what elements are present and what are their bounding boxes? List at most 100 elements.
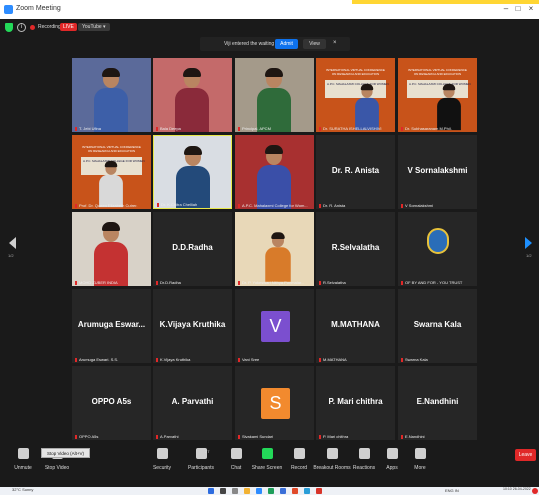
muted-mic-icon xyxy=(401,358,403,362)
stop-video-tooltip: Stop Video (Alt+V) xyxy=(41,448,90,458)
participant-tile[interactable]: INTERNATIONAL VIRTUAL CONFERENCE ON RESE… xyxy=(72,135,151,209)
live-badge[interactable]: LIVE xyxy=(60,23,77,31)
participant-name-label: Dr. K.Chitra Chelliah xyxy=(157,202,229,207)
recording-label: Recording xyxy=(38,24,61,30)
participant-tile[interactable]: INTERNATIONAL VIRTUAL CONFERENCE ON RESE… xyxy=(316,58,395,132)
participant-tile[interactable]: S Sivakami Sundari xyxy=(235,366,314,440)
muted-mic-icon xyxy=(401,435,403,439)
close-window-button[interactable]: × xyxy=(525,4,537,13)
previous-page-icon[interactable] xyxy=(9,237,16,249)
participant-tile[interactable]: Principal, APCM xyxy=(235,58,314,132)
participant-label-text: Swarna Kala xyxy=(405,357,428,362)
participant-tile[interactable]: A.P.C. Mahalaxmi College for Wom... xyxy=(235,135,314,209)
muted-mic-icon xyxy=(75,127,77,131)
participant-video xyxy=(94,68,128,132)
participant-tile[interactable]: Swarna Kala Swarna Kala xyxy=(398,289,477,363)
participant-tile[interactable]: Bala Deepa xyxy=(153,58,232,132)
store-icon[interactable] xyxy=(280,488,286,494)
muted-mic-icon xyxy=(238,281,240,285)
muted-mic-icon xyxy=(319,358,321,362)
more-button[interactable]: More xyxy=(397,448,443,482)
minimize-button[interactable]: – xyxy=(500,4,512,13)
weather-widget[interactable]: 32°C Sunny xyxy=(12,487,33,492)
muted-mic-icon xyxy=(156,281,158,285)
participant-name-label: R.Selvalatha xyxy=(319,280,393,285)
zoom-taskbar-icon[interactable] xyxy=(256,488,262,494)
edge-icon[interactable] xyxy=(268,488,274,494)
close-notification-button[interactable]: × xyxy=(333,40,337,46)
participant-video xyxy=(265,232,291,282)
participant-label-text: A.P.C. Mahalaxmi College for Wom... xyxy=(242,203,308,208)
participant-tile[interactable]: T. Jebi Ufina xyxy=(72,58,151,132)
muted-mic-icon xyxy=(238,435,240,439)
participant-tile[interactable]: E.Nandhini E.Nandhini xyxy=(398,366,477,440)
admit-button[interactable]: Admit xyxy=(275,39,298,49)
meeting-topbar: i Recording LIVE YouTube ▾ xyxy=(0,19,539,37)
mail-icon[interactable] xyxy=(304,488,310,494)
participant-display-name: A. Parvathi xyxy=(171,397,214,406)
participant-label-text: V Sornalakshmi xyxy=(405,203,434,208)
office-icon[interactable] xyxy=(292,488,298,494)
participant-tile[interactable]: V Sornalakshmi V Sornalakshmi xyxy=(398,135,477,209)
participant-video xyxy=(94,222,128,286)
view-button[interactable]: View xyxy=(303,39,326,49)
participant-tile[interactable]: R.Selvalatha R.Selvalatha xyxy=(316,212,395,286)
muted-mic-icon xyxy=(75,358,77,362)
participant-tile[interactable]: OF BY AND FOR - YOU TRUST xyxy=(398,212,477,286)
participant-tile[interactable]: K.Vijaya Kruthika K.Vijaya Kruthika xyxy=(153,289,232,363)
security-shield-icon[interactable] xyxy=(5,23,13,32)
participant-name-label: Dr. SURATHA ISHELLALVISHIVI xyxy=(319,126,393,131)
participant-display-name: D.D.Radha xyxy=(172,243,213,252)
more-icon xyxy=(414,448,426,459)
recording-icon xyxy=(30,25,35,30)
participant-display-name: Arumuga Eswar... xyxy=(77,320,146,329)
participant-name-label: V Sornalakshmi xyxy=(401,203,475,208)
muted-mic-icon xyxy=(319,127,321,131)
file-explorer-icon[interactable] xyxy=(244,488,250,494)
participant-label-text: MOHD ZUBER INDIA xyxy=(79,280,118,285)
start-icon[interactable] xyxy=(208,488,214,494)
search-icon[interactable] xyxy=(220,488,226,494)
maximize-button[interactable]: □ xyxy=(512,4,524,13)
info-icon[interactable]: i xyxy=(17,23,26,32)
participant-tile[interactable]: Arumuga Eswar... Arumuga Eswari. S.S. xyxy=(72,289,151,363)
participant-tile[interactable]: Dr. R. Anista Dr. R. Anista xyxy=(316,135,395,209)
chrome-icon[interactable] xyxy=(316,488,322,494)
participants-count: 27 xyxy=(205,449,210,454)
participant-tile[interactable]: P. Mari chithra P. Mari chithra xyxy=(316,366,395,440)
participant-tile[interactable]: OPPO A5s OPPO A5s xyxy=(72,366,151,440)
participant-tile[interactable]: MOHD ZUBER INDIA xyxy=(72,212,151,286)
participant-video xyxy=(257,145,291,209)
task-view-icon[interactable] xyxy=(232,488,238,494)
clock-time: 10:10 xyxy=(503,487,512,491)
muted-mic-icon xyxy=(156,127,158,131)
participant-label-text: OF BY AND FOR - YOU TRUST xyxy=(405,280,463,285)
clock[interactable]: 10:10 26-04-2022 xyxy=(503,487,531,491)
participant-tile[interactable]: M.MATHANA M.MATHANA xyxy=(316,289,395,363)
participant-tile[interactable]: INTERNATIONAL VIRTUAL CONFERENCE ON RESE… xyxy=(398,58,477,132)
participant-label-text: Dr. R. Anista xyxy=(323,203,346,208)
participant-tile[interactable]: V Vani Sree xyxy=(235,289,314,363)
muted-mic-icon xyxy=(401,281,403,285)
youtube-dropdown[interactable]: YouTube ▾ xyxy=(78,23,110,31)
participant-label-text: Arumuga Eswari. S.S. xyxy=(79,357,119,362)
participant-name-label: Sivakami Sundari xyxy=(238,434,312,439)
next-page-icon[interactable] xyxy=(525,237,532,249)
muted-mic-icon xyxy=(401,127,403,131)
participant-tile[interactable]: D.D.Radha Dr.D.Radha xyxy=(153,212,232,286)
participant-display-name: M.MATHANA xyxy=(331,320,380,329)
participant-label-text: E.Nandhini xyxy=(405,434,425,439)
record-icon xyxy=(293,448,305,459)
chat-icon xyxy=(230,448,242,459)
participant-display-name: Swarna Kala xyxy=(413,320,462,329)
participant-label-text: P. Mari chithra xyxy=(323,434,349,439)
microphone-muted-icon xyxy=(17,448,29,459)
muted-mic-icon xyxy=(75,204,77,208)
notification-icon[interactable] xyxy=(532,488,538,494)
muted-mic-icon xyxy=(75,281,77,285)
leave-button[interactable]: Leave xyxy=(515,449,536,461)
language-indicator[interactable]: ENG IN xyxy=(445,488,459,493)
participant-tile[interactable]: Dr. P. Yokeswari Nithya Ponmalar... xyxy=(235,212,314,286)
participant-tile[interactable]: Dr. K.Chitra Chelliah xyxy=(153,135,232,209)
participant-tile[interactable]: A. Parvathi A.Parvathi xyxy=(153,366,232,440)
